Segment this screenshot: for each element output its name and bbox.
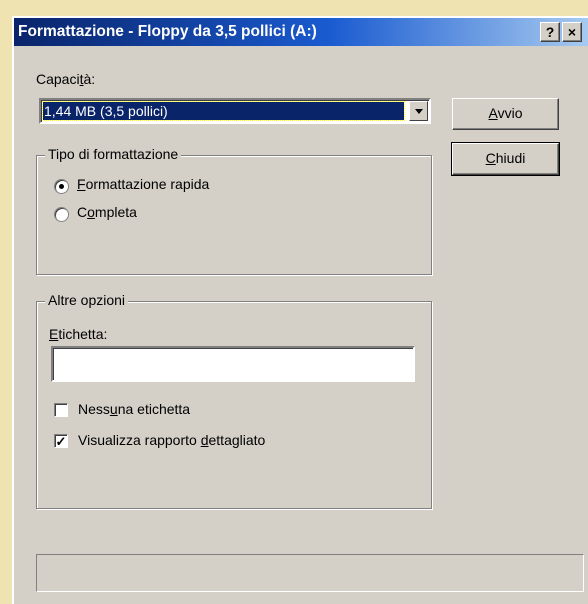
volume-label-label: Etichetta: — [49, 326, 108, 342]
capacity-selected-value: 1,44 MB (3,5 pollici) — [42, 101, 405, 121]
check-mark-icon: ✓ — [55, 434, 67, 449]
start-button[interactable]: Avvio — [452, 98, 559, 130]
no-label-text[interactable]: Nessuna etichetta — [78, 401, 190, 417]
quick-format-label[interactable]: Formattazione rapida — [77, 176, 209, 192]
close-button[interactable]: Chiudi — [451, 142, 560, 176]
help-button[interactable]: ? — [540, 22, 560, 42]
title-bar[interactable]: Formattazione - Floppy da 3,5 pollici (A… — [14, 18, 588, 46]
format-dialog: Formattazione - Floppy da 3,5 pollici (A… — [12, 16, 588, 604]
full-format-label[interactable]: Completa — [77, 204, 137, 220]
full-format-radio[interactable] — [54, 207, 69, 222]
close-window-button[interactable]: × — [562, 22, 582, 42]
format-type-group: Tipo di formattazione Formattazione rapi… — [36, 146, 432, 275]
detailed-report-checkbox[interactable]: ✓ — [54, 434, 68, 448]
no-label-checkbox[interactable] — [54, 403, 68, 417]
format-type-legend: Tipo di formattazione — [45, 146, 182, 162]
capacity-select[interactable]: 1,44 MB (3,5 pollici) — [39, 98, 431, 124]
other-options-legend: Altre opzioni — [45, 292, 129, 308]
capacity-label: Capacità: — [36, 71, 96, 87]
volume-label-input[interactable] — [51, 346, 415, 382]
detailed-report-text[interactable]: Visualizza rapporto dettagliato — [78, 432, 265, 448]
progress-bar — [36, 554, 584, 592]
chevron-down-icon[interactable] — [409, 101, 428, 121]
window-title: Formattazione - Floppy da 3,5 pollici (A… — [18, 23, 317, 40]
quick-format-radio[interactable] — [54, 179, 69, 194]
